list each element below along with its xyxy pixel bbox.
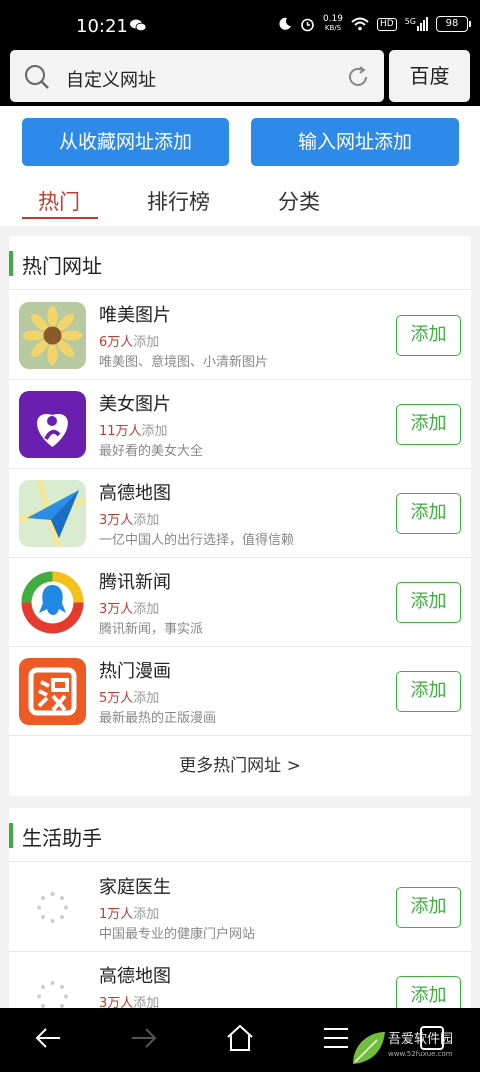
back-icon[interactable] <box>34 1024 62 1052</box>
forward-icon[interactable] <box>130 1024 158 1052</box>
add-by-url-button[interactable]: 输入网址添加 <box>251 118 459 166</box>
item-name: 唯美图片 <box>99 305 171 326</box>
item-count: 3万人添加 <box>99 996 160 1008</box>
tencent-news-icon <box>19 569 86 636</box>
refresh-icon[interactable] <box>346 65 370 89</box>
item-desc: 中国最专业的健康门户网站 <box>99 927 256 942</box>
tab-hot[interactable]: 热门 <box>38 186 80 216</box>
hd-badge: HD <box>377 17 397 31</box>
list-item[interactable]: 腾讯新闻 3万人添加 腾讯新闻，事实派 添加 <box>9 558 471 647</box>
list-item[interactable]: 热门漫画 5万人添加 最新最热的正版漫画 添加 <box>9 647 471 736</box>
alarm-icon <box>301 18 314 31</box>
amap-icon <box>19 480 86 547</box>
main-content: 从收藏网址添加 输入网址添加 热门 排行榜 分类 热门网址 唯美图片 6万人添加… <box>0 106 480 1008</box>
net-speed: 0.19 KB/S <box>322 14 343 33</box>
item-count: 3万人添加 <box>99 602 160 617</box>
search-input[interactable]: 自定义网址 <box>10 50 384 102</box>
manga-icon <box>19 658 86 725</box>
wechat-icon <box>130 19 146 31</box>
tab-ranking[interactable]: 排行榜 <box>147 186 210 216</box>
search-text: 自定义网址 <box>66 70 156 91</box>
list-item[interactable]: 高德地图 3万人添加 添加 <box>9 952 471 1008</box>
item-name: 家庭医生 <box>99 877 171 898</box>
add-button[interactable]: 添加 <box>396 315 461 356</box>
loading-icon <box>19 963 86 1008</box>
add-button[interactable]: 添加 <box>396 671 461 712</box>
add-button[interactable]: 添加 <box>396 582 461 623</box>
add-button[interactable]: 添加 <box>396 887 461 928</box>
add-button[interactable]: 添加 <box>396 404 461 445</box>
item-desc: 一亿中国人的出行选择，值得信赖 <box>99 533 295 548</box>
section-marker <box>9 823 13 848</box>
item-desc: 唯美图、意境图、小清新图片 <box>99 355 269 370</box>
item-name: 高德地图 <box>99 483 171 504</box>
wifi-icon <box>351 17 369 31</box>
list-item[interactable]: 高德地图 3万人添加 一亿中国人的出行选择，值得信赖 添加 <box>9 469 471 558</box>
item-name: 腾讯新闻 <box>99 572 171 593</box>
status-bar: 10:21 0.19 KB/S HD 5G 98 <box>0 0 480 46</box>
tab-bar: 热门 排行榜 分类 <box>0 178 480 222</box>
beauty-icon <box>19 391 86 458</box>
item-count: 3万人添加 <box>99 513 160 528</box>
watermark-url: www.52fuxue.com <box>388 1050 453 1058</box>
add-button[interactable]: 添加 <box>396 976 461 1008</box>
item-name: 美女图片 <box>99 394 171 415</box>
life-helper-section: 生活助手 家庭医生 1万人添加 中国最专业的健康门户网站 添加 高德地图 3万人… <box>9 808 471 1008</box>
list-item[interactable]: 唯美图片 6万人添加 唯美图、意境图、小清新图片 添加 <box>9 291 471 380</box>
item-name: 高德地图 <box>99 966 171 987</box>
section-marker <box>9 251 13 276</box>
list-item[interactable]: 美女图片 11万人添加 最好看的美女大全 添加 <box>9 380 471 469</box>
section-header: 热门网址 <box>9 236 471 290</box>
item-count: 1万人添加 <box>99 907 160 922</box>
loading-icon <box>19 874 86 941</box>
section-title: 热门网址 <box>22 254 102 278</box>
signal-icon: 5G <box>405 17 428 31</box>
search-engine-button[interactable]: 百度 <box>389 50 470 102</box>
home-icon[interactable] <box>225 1024 255 1052</box>
item-count: 6万人添加 <box>99 335 160 350</box>
watermark-text: 吾爱软件园 <box>388 1032 454 1047</box>
battery-icon: 98 <box>436 16 471 32</box>
item-name: 热门漫画 <box>99 661 171 682</box>
section-header: 生活助手 <box>9 808 471 862</box>
menu-icon[interactable] <box>322 1024 350 1052</box>
item-count: 5万人添加 <box>99 691 160 706</box>
add-from-favorites-button[interactable]: 从收藏网址添加 <box>22 118 229 166</box>
item-desc: 腾讯新闻，事实派 <box>99 622 204 637</box>
search-icon <box>25 65 49 89</box>
tab-underline <box>22 217 98 219</box>
more-hot-sites-link[interactable]: 更多热门网址 > <box>9 737 471 796</box>
item-count: 11万人添加 <box>99 424 168 439</box>
item-desc: 最好看的美女大全 <box>99 444 204 459</box>
tab-category[interactable]: 分类 <box>278 186 320 216</box>
status-time: 10:21 <box>76 16 128 37</box>
sunflower-icon <box>19 302 86 369</box>
add-button[interactable]: 添加 <box>396 493 461 534</box>
item-desc: 最新最热的正版漫画 <box>99 711 217 726</box>
list-item[interactable]: 家庭医生 1万人添加 中国最专业的健康门户网站 添加 <box>9 863 471 952</box>
moon-icon <box>279 17 291 30</box>
hot-sites-section: 热门网址 唯美图片 6万人添加 唯美图、意境图、小清新图片 添加 美女图片 11… <box>9 236 471 796</box>
section-title: 生活助手 <box>22 826 102 850</box>
search-bar: 自定义网址 百度 <box>0 46 480 106</box>
leaf-logo-icon <box>353 1032 385 1064</box>
